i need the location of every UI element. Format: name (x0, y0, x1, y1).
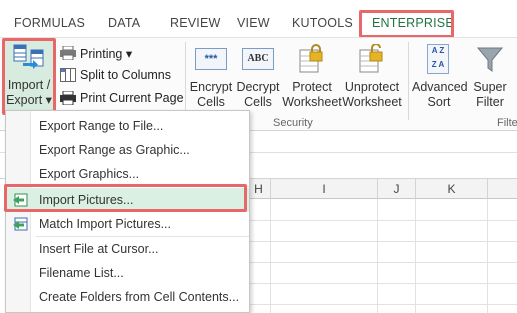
printing-button[interactable]: Printing ▾ (60, 43, 132, 63)
super-filter-button[interactable]: Super Filter (470, 44, 510, 116)
menu-item-label: Export Range to File... (39, 119, 164, 133)
menu-item-label: Create Folders from Cell Contents... (39, 290, 240, 304)
printer-icon (60, 46, 76, 60)
sort-icon-bottom: Z A (431, 60, 445, 69)
grid-line (270, 199, 271, 313)
column-header-partial[interactable] (488, 179, 517, 199)
protect-label-line2: Worksheet (282, 95, 342, 109)
super-filter-label-line2: Filter (476, 95, 504, 109)
tab-review[interactable]: REVIEW (170, 16, 221, 30)
menu-item-insert-file-at-cursor[interactable]: Insert File at Cursor... (6, 237, 249, 261)
group-label-security: Security (273, 117, 313, 129)
menu-item-export-range-to-file[interactable]: Export Range to File... (6, 114, 249, 138)
column-header-i[interactable]: I (271, 179, 378, 199)
grid-line (247, 241, 517, 242)
column-header-h[interactable]: H (247, 179, 271, 199)
menu-item-label: Export Graphics... (39, 167, 140, 181)
ribbon-separator (408, 42, 409, 120)
menu-item-export-range-as-graphic[interactable]: Export Range as Graphic... (6, 138, 249, 162)
column-header-j[interactable]: J (378, 179, 416, 199)
decrypt-icon: ABC (242, 48, 274, 70)
print-current-page-label: Print Current Page (80, 91, 184, 105)
protect-worksheet-button[interactable]: Protect Worksheet (282, 44, 342, 116)
enterprise-tab-highlight (359, 10, 454, 38)
protect-sheet-icon (299, 44, 323, 73)
menu-item-label: Match Import Pictures... (39, 217, 171, 231)
print-current-page-button[interactable]: Print Current Page (60, 88, 184, 108)
encrypt-icon: *** (195, 48, 227, 70)
tab-data[interactable]: DATA (108, 16, 140, 30)
menu-item-label: Filename List... (39, 266, 124, 280)
unprotect-worksheet-button[interactable]: Unprotect Worksheet (342, 44, 402, 116)
column-header-k[interactable]: K (416, 179, 488, 199)
grid-line (487, 199, 488, 313)
split-columns-icon (60, 68, 76, 82)
advanced-sort-label-line2: Sort (427, 95, 451, 109)
menu-item-match-import-pictures[interactable]: Match Import Pictures... (6, 212, 249, 236)
sort-icon-top: A Z (431, 46, 445, 55)
grid-line (247, 262, 517, 263)
import-pictures-highlight (4, 184, 247, 212)
encrypt-cells-button[interactable]: *** Encrypt Cells (190, 44, 232, 116)
advanced-sort-button[interactable]: A Z Z A Advanced Sort (412, 44, 468, 116)
filter-funnel-icon (476, 47, 504, 72)
ribbon-separator (185, 42, 186, 120)
print-page-icon (60, 91, 76, 105)
group-label-filter: Filte (497, 117, 517, 129)
tab-kutools[interactable]: KUTOOLS (292, 16, 353, 30)
advanced-sort-label-line1: Advanced (412, 80, 468, 94)
super-filter-label-line1: Super (473, 80, 507, 94)
encrypt-label-line1: Encrypt (189, 80, 233, 94)
menu-item-label: Insert File at Cursor... (39, 242, 159, 256)
grid-line (415, 199, 416, 313)
sort-icon: A Z Z A (427, 44, 449, 74)
tab-view[interactable]: VIEW (237, 16, 270, 30)
menu-item-filename-list[interactable]: Filename List... (6, 261, 249, 285)
menu-item-label: Export Range as Graphic... (39, 143, 190, 157)
decrypt-label-line1: Decrypt (236, 80, 280, 94)
unprotect-sheet-icon (359, 44, 383, 73)
grid-line (377, 199, 378, 313)
menu-item-export-graphics[interactable]: Export Graphics... (6, 162, 249, 186)
printing-label: Printing ▾ (80, 46, 133, 61)
menu-item-create-folders-from-cell-contents[interactable]: Create Folders from Cell Contents... (6, 285, 249, 309)
decrypt-label-line2: Cells (244, 95, 272, 109)
encrypt-label-line2: Cells (197, 95, 225, 109)
unprotect-label-line1: Unprotect (344, 80, 400, 94)
tab-formulas[interactable]: FORMULAS (14, 16, 85, 30)
split-to-columns-label: Split to Columns (80, 68, 172, 82)
import-export-highlight (2, 38, 56, 115)
grid-line (247, 304, 517, 305)
match-import-pictures-icon (13, 217, 28, 231)
grid-line (247, 220, 517, 221)
split-to-columns-button[interactable]: Split to Columns (60, 65, 171, 85)
unprotect-label-line2: Worksheet (342, 95, 402, 109)
grid-line (247, 283, 517, 284)
decrypt-cells-button[interactable]: ABC Decrypt Cells (236, 44, 280, 116)
protect-label-line1: Protect (292, 80, 332, 94)
